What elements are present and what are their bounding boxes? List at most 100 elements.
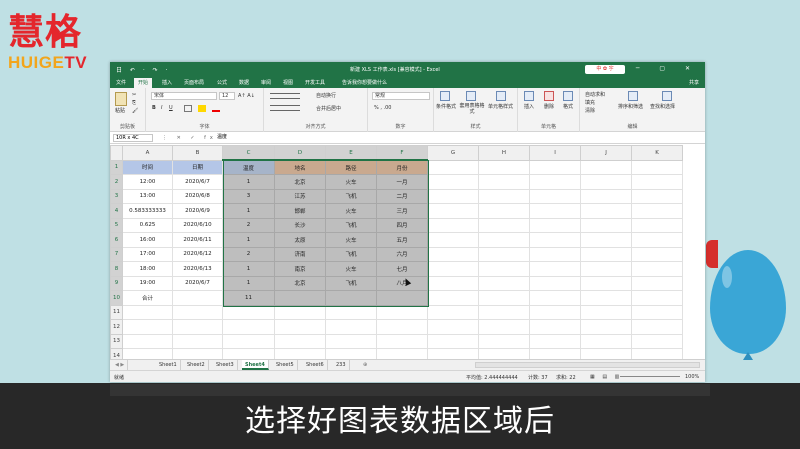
grid-cell[interactable] <box>325 319 377 335</box>
grid-cell[interactable] <box>580 304 632 320</box>
col-header-d[interactable]: D <box>274 145 326 161</box>
sheet-nav-arrows[interactable]: ◀ ▶ <box>112 360 129 370</box>
sort-filter-button[interactable]: 排序和筛选 <box>618 103 643 110</box>
grid-cell[interactable]: 1 <box>222 275 275 291</box>
col-header-e[interactable]: E <box>325 145 377 161</box>
grid-cell[interactable] <box>529 188 581 204</box>
grid-cell[interactable]: 路径 <box>325 159 377 175</box>
grid-cell[interactable]: 12:00 <box>122 174 173 190</box>
grid-cell[interactable] <box>222 348 275 359</box>
grid-cell[interactable] <box>427 203 479 219</box>
grid-cell[interactable] <box>478 333 530 349</box>
horizontal-scrollbar[interactable] <box>475 362 700 368</box>
tab-formulas[interactable]: 公式 <box>213 78 231 88</box>
add-sheet-icon[interactable]: ⊕ <box>360 360 370 370</box>
grid-cell[interactable] <box>427 232 479 248</box>
grid-cell[interactable] <box>529 159 581 175</box>
grid-cell[interactable] <box>325 333 377 349</box>
table-format-button[interactable]: 套用表格格式 <box>458 103 486 115</box>
grid-cell[interactable]: 2020/6/11 <box>172 232 223 248</box>
grid-cell[interactable]: 飞机 <box>325 275 377 291</box>
col-header-h[interactable]: H <box>478 145 530 161</box>
grid-cell[interactable] <box>580 246 632 262</box>
underline-button[interactable]: U <box>169 105 173 111</box>
col-header-i[interactable]: I <box>529 145 581 161</box>
tab-file[interactable]: 文件 <box>112 78 130 88</box>
copy-icon[interactable]: ⎘ <box>132 100 136 106</box>
grid-cell[interactable] <box>478 319 530 335</box>
grid-cell[interactable] <box>274 304 326 320</box>
grid-cell[interactable] <box>478 246 530 262</box>
grid-cell[interactable] <box>427 319 479 335</box>
grid-cell[interactable] <box>580 290 632 306</box>
name-box[interactable]: 10R x 4C <box>113 134 153 142</box>
paste-icon[interactable] <box>115 92 127 106</box>
grid-cell[interactable]: 2020/6/7 <box>172 174 223 190</box>
grid-cell[interactable] <box>631 348 683 359</box>
sheet-tab-2[interactable]: Sheet2 <box>184 360 209 370</box>
grid-cell[interactable]: 2020/6/8 <box>172 188 223 204</box>
grid-cell[interactable] <box>478 188 530 204</box>
col-header-k[interactable]: K <box>631 145 683 161</box>
row-header[interactable]: 13 <box>110 333 123 349</box>
delete-cells-icon[interactable] <box>544 91 554 101</box>
tab-home[interactable]: 开始 <box>134 78 153 88</box>
grid-cell[interactable] <box>376 333 428 349</box>
row-header[interactable]: 12 <box>110 319 123 335</box>
grid-cell[interactable] <box>172 304 223 320</box>
grid-cell[interactable]: 五月 <box>376 232 428 248</box>
grid-cell[interactable] <box>325 290 377 306</box>
grid-cell[interactable]: 0.625 <box>122 217 173 233</box>
grid-cell[interactable] <box>529 348 581 359</box>
wrap-text-button[interactable]: 自动换行 <box>316 92 336 99</box>
grid-cell[interactable]: 济南 <box>274 246 326 262</box>
grid-cell[interactable] <box>172 348 223 359</box>
row-header[interactable]: 9 <box>110 275 123 291</box>
grid-cell[interactable]: 2020/6/10 <box>172 217 223 233</box>
font-name-select[interactable]: 宋体 <box>151 92 217 100</box>
grid-cell[interactable] <box>376 348 428 359</box>
grid-cell[interactable] <box>172 319 223 335</box>
tab-data[interactable]: 数据 <box>235 78 253 88</box>
grid-cell[interactable] <box>631 275 683 291</box>
grid-cell[interactable] <box>274 333 326 349</box>
grid-cell[interactable] <box>529 333 581 349</box>
grid-cell[interactable]: 火车 <box>325 261 377 277</box>
grid-cell[interactable]: 13:00 <box>122 188 173 204</box>
grid-cell[interactable]: 长沙 <box>274 217 326 233</box>
grid-cell[interactable] <box>427 217 479 233</box>
row-header[interactable]: 4 <box>110 203 123 219</box>
grid-cell[interactable] <box>631 232 683 248</box>
merge-center-button[interactable]: 合并后居中 <box>316 105 341 112</box>
italic-button[interactable]: I <box>161 105 162 111</box>
grid-cell[interactable]: 二月 <box>376 188 428 204</box>
tell-me-search[interactable]: 告诉我你想要做什么 <box>338 78 391 88</box>
sheet-tab-4[interactable]: Sheet4 <box>242 360 269 370</box>
view-mode-icons[interactable]: ▦ ▤ ▥ <box>590 374 622 380</box>
grid-cell[interactable] <box>427 159 479 175</box>
grid-cell[interactable]: 江苏 <box>274 188 326 204</box>
grid-cell[interactable] <box>631 290 683 306</box>
grid-cell[interactable]: 一月 <box>376 174 428 190</box>
grid-cell[interactable] <box>427 304 479 320</box>
number-format-tools[interactable]: % , .00 <box>374 105 391 111</box>
insert-cells-button[interactable]: 插入 <box>524 103 534 110</box>
format-cells-button[interactable]: 格式 <box>563 103 573 110</box>
grid-cell[interactable]: 3 <box>222 188 275 204</box>
grid-cell[interactable] <box>580 348 632 359</box>
grid-cell[interactable]: 飞机 <box>325 246 377 262</box>
align-top-icon[interactable] <box>270 93 300 99</box>
grid-cell[interactable]: 17:00 <box>122 246 173 262</box>
grid-cell[interactable] <box>580 203 632 219</box>
formula-icons[interactable]: ⋮ ✕ ✓ fx <box>162 135 217 141</box>
table-format-icon[interactable] <box>466 91 476 101</box>
font-size-select[interactable]: 12 <box>219 92 235 100</box>
grid-cell[interactable]: 日期 <box>172 159 223 175</box>
clear-button[interactable]: 清除 <box>585 107 595 114</box>
grid-cell[interactable]: 合计 <box>122 290 173 306</box>
align-left-icon[interactable] <box>270 105 300 111</box>
grid-cell[interactable] <box>376 319 428 335</box>
tab-developer[interactable]: 开发工具 <box>301 78 329 88</box>
share-button[interactable]: 共享 <box>689 79 699 86</box>
grid-cell[interactable] <box>529 174 581 190</box>
